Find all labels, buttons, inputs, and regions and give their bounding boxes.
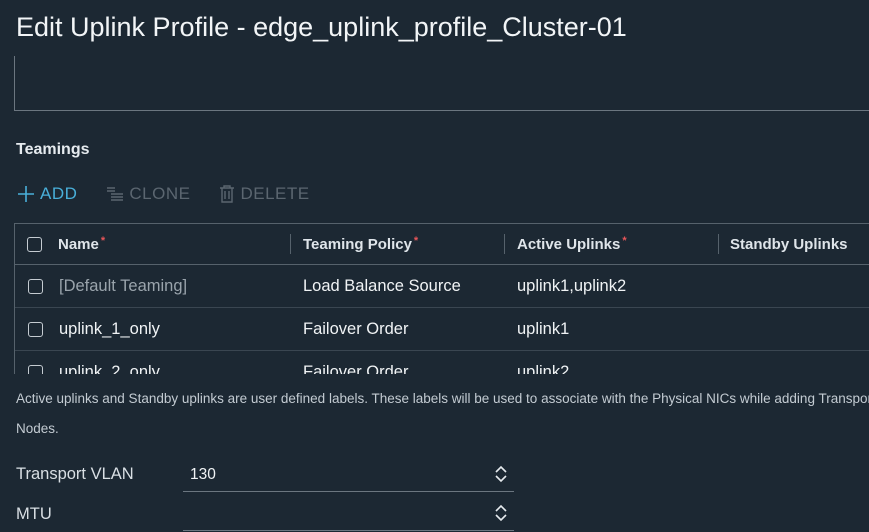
row-standby-uplinks [718, 308, 869, 350]
transport-vlan-label: Transport VLAN [16, 465, 134, 483]
required-asterisk: * [622, 235, 627, 247]
row-standby-uplinks [718, 265, 869, 307]
teamings-grid: Name * Teaming Policy * Active Uplinks * St… [14, 223, 869, 374]
row-name-cell: uplink_1_only [15, 308, 290, 350]
column-header-standby-label: Standby Uplinks [730, 235, 848, 253]
plus-icon [18, 186, 34, 202]
row-policy: Failover Order [303, 362, 409, 375]
table-row[interactable]: uplink_1_only Failover Order uplink1 [15, 308, 869, 351]
select-all-checkbox[interactable] [27, 236, 42, 252]
transport-vlan-value: 130 [190, 466, 216, 483]
clone-button-label: CLONE [129, 184, 191, 203]
column-header-name-label: Name [58, 235, 99, 253]
table-row[interactable]: [Default Teaming] Load Balance Source up… [15, 265, 869, 308]
trash-icon [220, 185, 235, 203]
row-name: uplink_1_only [59, 319, 160, 338]
add-button-label: ADD [40, 184, 78, 203]
mtu-input[interactable] [183, 497, 514, 531]
mtu-label: MTU [16, 505, 52, 523]
uplinks-help-text: Active uplinks and Standby uplinks are u… [16, 391, 869, 436]
column-header-policy[interactable]: Teaming Policy * [290, 224, 504, 264]
description-textarea[interactable] [14, 56, 869, 111]
row-active-uplinks: uplink2 [517, 362, 570, 375]
row-name: uplink_2_only [59, 362, 160, 375]
column-header-name[interactable]: Name * [15, 224, 290, 264]
clone-button[interactable]: CLONE [105, 184, 190, 204]
delete-button[interactable]: DELETE [218, 184, 309, 204]
row-checkbox[interactable] [28, 364, 43, 374]
required-asterisk: * [413, 235, 419, 247]
row-name-cell: [Default Teaming] [15, 265, 290, 307]
teamings-section-title: Teamings [16, 141, 90, 158]
required-asterisk: * [100, 235, 106, 247]
column-header-policy-label: Teaming Policy [303, 235, 412, 253]
clone-icon [107, 187, 124, 201]
column-header-standby[interactable]: Standby Uplinks [718, 224, 869, 264]
transport-vlan-input[interactable]: 130 [183, 458, 514, 492]
row-standby-uplinks [718, 351, 869, 374]
spinner-icon[interactable] [494, 503, 508, 523]
row-policy: Load Balance Source [303, 276, 461, 295]
row-active-uplinks: uplink1 [517, 319, 570, 338]
modal-title: Edit Uplink Profile - edge_uplink_profil… [16, 12, 627, 42]
row-checkbox[interactable] [28, 278, 43, 294]
teamings-toolbar: ADD CLONE DELETE [16, 184, 338, 204]
add-button[interactable]: ADD [16, 184, 77, 204]
spinner-icon[interactable] [494, 464, 508, 484]
row-name-cell: uplink_2_only [15, 351, 290, 374]
column-header-active[interactable]: Active Uplinks * [504, 224, 718, 264]
grid-header: Name * Teaming Policy * Active Uplinks * St… [15, 224, 869, 265]
column-header-active-label: Active Uplinks [517, 235, 621, 253]
row-checkbox[interactable] [28, 321, 43, 337]
table-row[interactable]: uplink_2_only Failover Order uplink2 [15, 351, 869, 374]
row-active-uplinks: uplink1,uplink2 [517, 276, 627, 295]
delete-button-label: DELETE [240, 184, 310, 203]
row-policy: Failover Order [303, 319, 409, 338]
row-name: [Default Teaming] [59, 276, 188, 295]
